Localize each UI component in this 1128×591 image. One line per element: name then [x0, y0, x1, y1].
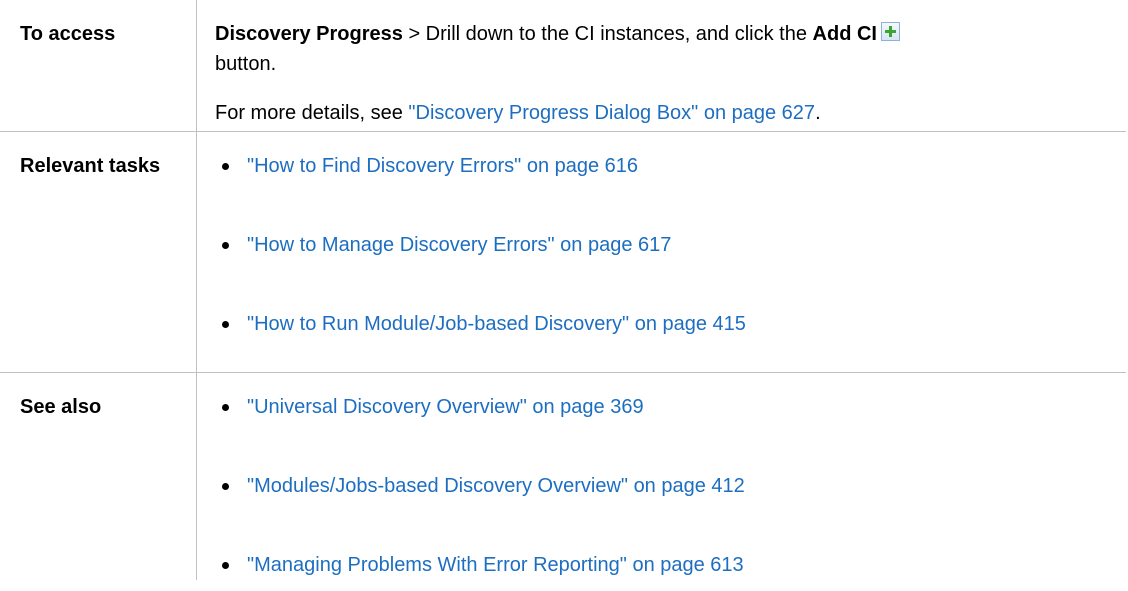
bullet-icon — [222, 321, 229, 328]
list-item: "How to Run Module/Job-based Discovery" … — [215, 309, 1106, 339]
add-ci-label: Add CI — [812, 23, 877, 45]
list-item: "How to Find Discovery Errors" on page 6… — [215, 151, 1106, 181]
reference-table: To access Discovery Progress > Drill dow… — [0, 0, 1126, 580]
row-content-relevant-tasks: "How to Find Discovery Errors" on page 6… — [196, 131, 1126, 373]
row-to-access: To access Discovery Progress > Drill dow… — [0, 0, 1126, 132]
access-instructions-end: button. — [215, 53, 277, 75]
bullet-icon — [222, 242, 229, 249]
link-how-to-run-module-job-based-discovery[interactable]: "How to Run Module/Job-based Discovery" … — [247, 313, 746, 335]
list-item: "Universal Discovery Overview" on page 3… — [215, 392, 1106, 422]
bullet-icon — [222, 404, 229, 411]
add-ci-icon — [880, 22, 900, 41]
row-label-see-also: See also — [0, 372, 197, 580]
more-details-suffix: . — [815, 102, 821, 124]
bullet-icon — [222, 163, 229, 170]
row-content-see-also: "Universal Discovery Overview" on page 3… — [196, 372, 1126, 580]
more-details-prefix: For more details, see — [215, 102, 409, 124]
row-content-to-access: Discovery Progress > Drill down to the C… — [196, 0, 1126, 132]
row-see-also: See also "Universal Discovery Overview" … — [0, 372, 1126, 580]
list-item: "Managing Problems With Error Reporting"… — [215, 550, 1106, 580]
row-relevant-tasks: Relevant tasks "How to Find Discovery Er… — [0, 131, 1126, 373]
link-modules-jobs-based-discovery-overview[interactable]: "Modules/Jobs-based Discovery Overview" … — [247, 475, 745, 497]
relevant-tasks-list: "How to Find Discovery Errors" on page 6… — [215, 151, 1106, 339]
link-universal-discovery-overview[interactable]: "Universal Discovery Overview" on page 3… — [247, 396, 644, 418]
list-item: "Modules/Jobs-based Discovery Overview" … — [215, 471, 1106, 501]
access-instructions: Discovery Progress > Drill down to the C… — [215, 19, 1106, 79]
row-label-to-access: To access — [0, 0, 197, 132]
bullet-icon — [222, 483, 229, 490]
bullet-icon — [222, 562, 229, 569]
discovery-progress-label: Discovery Progress — [215, 23, 403, 45]
access-instructions-text: > Drill down to the CI instances, and cl… — [402, 23, 813, 45]
more-details: For more details, see "Discovery Progres… — [215, 98, 1106, 128]
link-managing-problems-with-error-reporting[interactable]: "Managing Problems With Error Reporting"… — [247, 554, 744, 576]
link-discovery-progress-dialog-box[interactable]: "Discovery Progress Dialog Box" on page … — [408, 102, 815, 124]
link-how-to-find-discovery-errors[interactable]: "How to Find Discovery Errors" on page 6… — [247, 155, 638, 177]
see-also-list: "Universal Discovery Overview" on page 3… — [215, 392, 1106, 580]
link-how-to-manage-discovery-errors[interactable]: "How to Manage Discovery Errors" on page… — [247, 234, 671, 256]
list-item: "How to Manage Discovery Errors" on page… — [215, 230, 1106, 260]
row-label-relevant-tasks: Relevant tasks — [0, 131, 197, 373]
